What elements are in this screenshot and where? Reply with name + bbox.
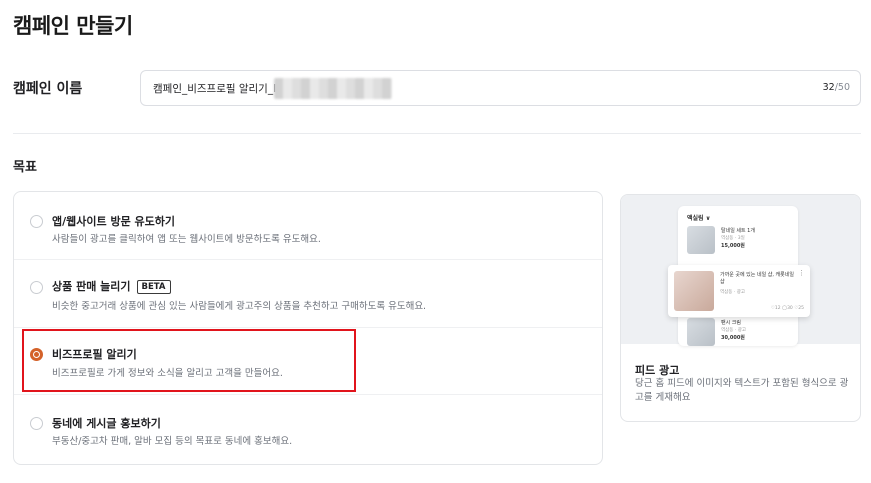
radio-local-post[interactable] <box>30 417 43 430</box>
selection-highlight <box>22 329 356 392</box>
item-price: 15,000원 <box>721 243 745 249</box>
option-title: 상품 판매 늘리기 <box>52 280 131 293</box>
feed-ad-illustration: 액실림 ∨ 탈네일 세트 1개 역삼동 · 3일 15,000원 팬시 크림 역… <box>621 195 860 346</box>
preview-title: 피드 광고 <box>635 364 680 377</box>
goal-option-local-post[interactable]: 동네에 게시글 홍보하기 부동산/중고차 판매, 알바 모집 등의 목표로 동네… <box>14 395 602 464</box>
more-icon: ⋮ <box>798 269 805 277</box>
item-thumbnail <box>687 318 715 346</box>
item-meta: 역삼동 · 광고 <box>721 328 746 333</box>
char-counter: 32/50 <box>823 82 850 93</box>
item-thumbnail <box>687 226 715 254</box>
char-max: /50 <box>834 82 850 93</box>
ad-meta: 역삼동 · 광고 <box>720 290 745 295</box>
ad-preview-card: 액실림 ∨ 탈네일 세트 1개 역삼동 · 3일 15,000원 팬시 크림 역… <box>620 194 861 422</box>
feed-item: 탈네일 세트 1개 역삼동 · 3일 15,000원 <box>687 226 791 264</box>
option-title: 앱/웹사이트 방문 유도하기 <box>52 215 175 228</box>
campaign-name-input[interactable]: 캠페인_비즈프로필 알리기_I 32/50 <box>140 70 861 106</box>
redacted-text <box>274 78 392 99</box>
featured-ad-item: 가까운 곳에 있는 네일 샵, 캐롯네일샵 역삼동 · 광고 ♡12 ◯30 ♡… <box>668 265 810 317</box>
page-title: 캠페인 만들기 <box>13 14 133 38</box>
section-divider <box>13 133 861 134</box>
option-title-wrap: 상품 판매 늘리기 BETA <box>52 278 171 294</box>
beta-badge: BETA <box>136 280 171 294</box>
item-title: 탈네일 세트 1개 <box>721 228 755 234</box>
radio-sales[interactable] <box>30 281 43 294</box>
phone-header: 액실림 ∨ <box>687 215 711 222</box>
feed-item: 팬시 크림 역삼동 · 광고 30,000원 <box>687 318 791 356</box>
char-count: 32 <box>822 82 835 93</box>
item-meta: 역삼동 · 3일 <box>721 236 745 241</box>
item-title: 팬시 크림 <box>721 320 741 326</box>
goal-option-visit[interactable]: 앱/웹사이트 방문 유도하기 사람들이 광고를 클릭하여 앱 또는 웹사이트에 … <box>14 192 602 260</box>
campaign-name-label: 캠페인 이름 <box>13 81 83 97</box>
campaign-name-value[interactable]: 캠페인_비즈프로필 알리기_I <box>153 81 276 96</box>
option-title: 동네에 게시글 홍보하기 <box>52 417 161 430</box>
goal-label: 목표 <box>13 160 37 175</box>
ad-thumbnail <box>674 271 714 311</box>
item-price: 30,000원 <box>721 335 745 341</box>
ad-stats: ♡12 ◯30 ♡25 <box>770 306 804 311</box>
option-desc: 부동산/중고차 판매, 알바 모집 등의 목표로 동네에 홍보해요. <box>52 436 293 447</box>
goal-options: 앱/웹사이트 방문 유도하기 사람들이 광고를 클릭하여 앱 또는 웹사이트에 … <box>13 191 603 465</box>
goal-option-sales[interactable]: 상품 판매 늘리기 BETA 비슷한 중고거래 상품에 관심 있는 사람들에게 광… <box>14 260 602 328</box>
preview-desc: 당근 홈 피드에 이미지와 텍스트가 포함된 형식으로 광고를 게재해요 <box>635 378 849 403</box>
radio-visit[interactable] <box>30 215 43 228</box>
ad-title: 가까운 곳에 있는 네일 샵, 캐롯네일샵 <box>720 272 794 285</box>
option-desc: 사람들이 광고를 클릭하여 앱 또는 웹사이트에 방문하도록 유도해요. <box>52 234 321 245</box>
option-desc: 비슷한 중고거래 상품에 관심 있는 사람들에게 광고주의 상품을 추천하고 구… <box>52 301 427 312</box>
